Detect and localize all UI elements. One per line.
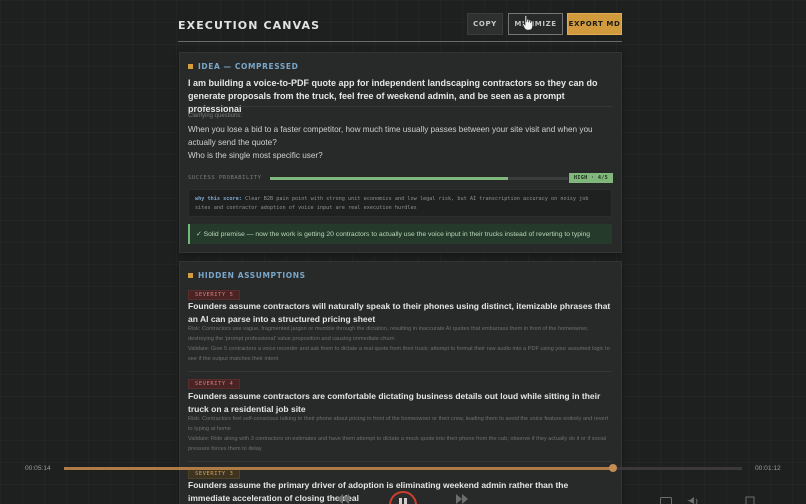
playback-progress-fill [64,467,610,470]
assumption-title: Founders assume contractors are comforta… [188,391,601,414]
divider [188,106,612,107]
success-probability-fill [270,177,509,180]
divider [188,371,612,372]
export-md-button[interactable]: EXPORT MD [567,13,622,35]
success-probability-bar [270,177,568,180]
assumptions-section-label: HIDDEN ASSUMPTIONS [198,271,306,280]
elapsed-time: 00:05:14 [25,465,51,472]
hand-cursor-icon [522,15,533,31]
idea-section-header: IDEA — COMPRESSED [188,62,298,71]
canvas-header: EXECUTION CANVAS COPY MINIMIZE EXPORT MD [178,10,622,42]
section-marker-icon [188,64,193,69]
clarifying-questions-label: Clarifying questions: [188,113,243,119]
copy-button[interactable]: COPY [467,13,503,35]
fast-forward-icon[interactable] [455,493,469,504]
why-score-label: why this score: [195,196,242,202]
why-score-text: Clear B2B pain point with strong unit ec… [195,196,589,211]
volume-icon[interactable] [686,496,700,504]
fullscreen-icon[interactable] [745,496,755,504]
pause-icon[interactable] [388,490,418,504]
playback-scrubber[interactable] [64,467,742,470]
assumption-risk: Risk: Contractors use vague, fragmented … [188,326,589,342]
assumption-title: Founders assume contractors will natural… [188,301,611,324]
why-score-box: why this score: Clear B2B pain point wit… [188,189,612,217]
assumptions-section-header: HIDDEN ASSUMPTIONS [188,271,306,280]
assumption-validate: Validate: Ride along with 3 contractors … [188,436,607,452]
success-probability-label: SUCCESS PROBABILITY [188,175,262,181]
page-title: EXECUTION CANVAS [178,19,321,32]
severity-badge: SEVERITY 4 [188,379,241,389]
success-badge: HIGH · 4/5 [569,173,613,183]
minimize-button[interactable]: MINIMIZE [508,13,563,35]
clarifying-question: When you lose a bid to a faster competit… [188,125,593,147]
idea-panel: IDEA — COMPRESSED I am building a voice-… [179,52,622,253]
scrubber-handle[interactable] [609,464,617,472]
total-time: 00:01:12 [755,465,781,472]
clarifying-question: Who is the single most specific user? [188,151,323,160]
idea-text: I am building a voice-to-PDF quote app f… [188,78,598,114]
caption-icon[interactable] [660,497,672,504]
premise-banner: ✓ Solid premise — now the work is gettin… [188,224,612,244]
idea-section-label: IDEA — COMPRESSED [198,62,299,71]
severity-badge: SEVERITY 5 [188,290,241,300]
assumption-risk: Risk: Contractors feel self-conscious ta… [188,416,609,432]
assumption-validate: Validate: Give 5 contractors a voice rec… [188,346,610,362]
severity-badge: SEVERITY 3 [188,469,241,479]
rewind-icon[interactable] [336,493,350,504]
section-marker-icon [188,273,193,278]
divider [188,461,612,462]
